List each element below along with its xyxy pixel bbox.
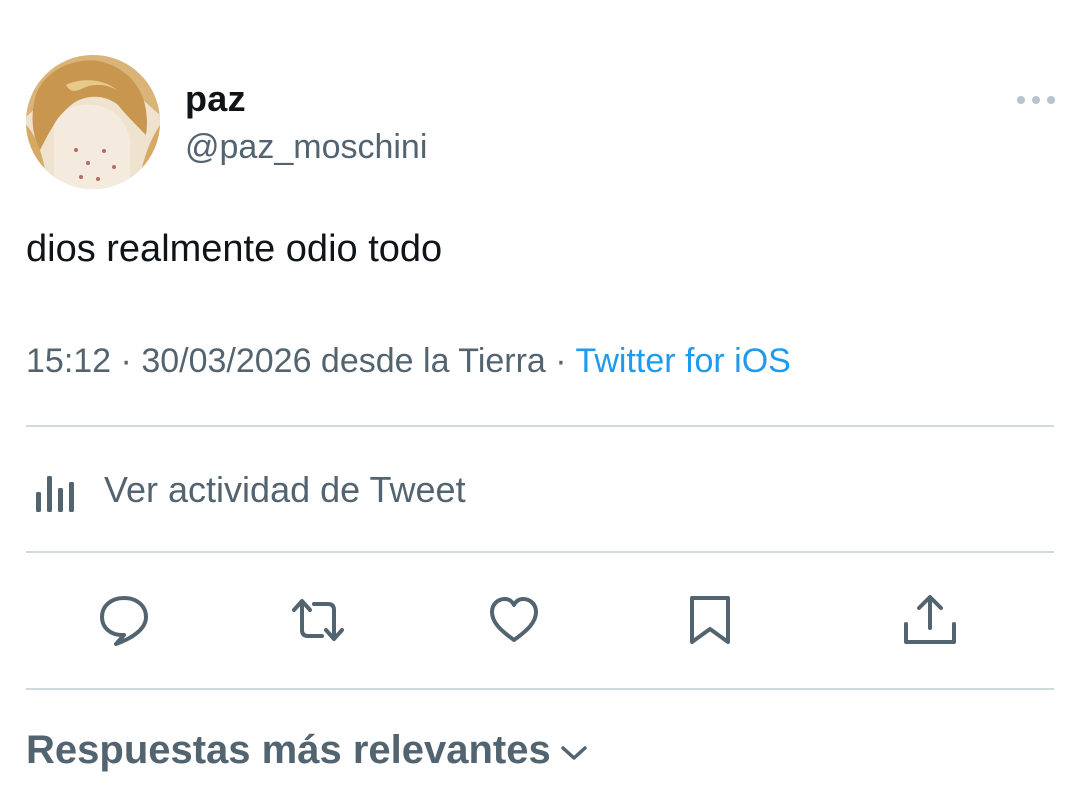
author-display-name[interactable]: paz bbox=[185, 78, 246, 120]
more-horizontal-icon bbox=[1017, 96, 1055, 104]
chevron-down-icon bbox=[561, 745, 587, 760]
tweet-date[interactable]: 30/03/2026 bbox=[141, 342, 311, 380]
tweet-activity-label: Ver actividad de Tweet bbox=[104, 469, 466, 510]
avatar-photo bbox=[26, 55, 160, 189]
reply-button[interactable] bbox=[94, 590, 154, 650]
analytics-bars-icon bbox=[36, 476, 74, 512]
reply-icon bbox=[100, 596, 148, 646]
replies-sort-button[interactable]: Respuestas más relevantes bbox=[26, 728, 589, 773]
divider bbox=[26, 688, 1054, 690]
tweet-location: desde la Tierra bbox=[311, 342, 546, 380]
like-heart-icon bbox=[490, 597, 538, 642]
bookmark-button[interactable] bbox=[680, 590, 740, 650]
bookmark-icon bbox=[690, 596, 730, 644]
author-handle[interactable]: @paz_moschini bbox=[185, 128, 427, 167]
meta-separator: · bbox=[545, 342, 576, 380]
meta-separator: · bbox=[111, 342, 142, 380]
replies-sort-label: Respuestas más relevantes bbox=[26, 728, 551, 772]
share-button[interactable] bbox=[900, 590, 960, 650]
like-button[interactable] bbox=[484, 590, 544, 650]
retweet-icon bbox=[292, 599, 344, 641]
avatar[interactable] bbox=[26, 55, 160, 189]
more-options-button[interactable] bbox=[1012, 86, 1060, 114]
share-icon bbox=[904, 595, 956, 644]
tweet-activity-button[interactable]: Ver actividad de Tweet bbox=[26, 455, 466, 525]
tweet-metadata: 15:12 · 30/03/2026 desde la Tierra · Twi… bbox=[26, 342, 791, 381]
tweet-source-link[interactable]: Twitter for iOS bbox=[575, 342, 790, 380]
divider bbox=[26, 551, 1054, 553]
tweet-time: 15:12 bbox=[26, 342, 112, 380]
tweet-text: dios realmente odio todo bbox=[26, 228, 443, 270]
retweet-button[interactable] bbox=[288, 590, 348, 650]
tweet-detail: paz @paz_moschini dios realmente odio to… bbox=[0, 0, 1080, 810]
divider bbox=[26, 425, 1054, 427]
